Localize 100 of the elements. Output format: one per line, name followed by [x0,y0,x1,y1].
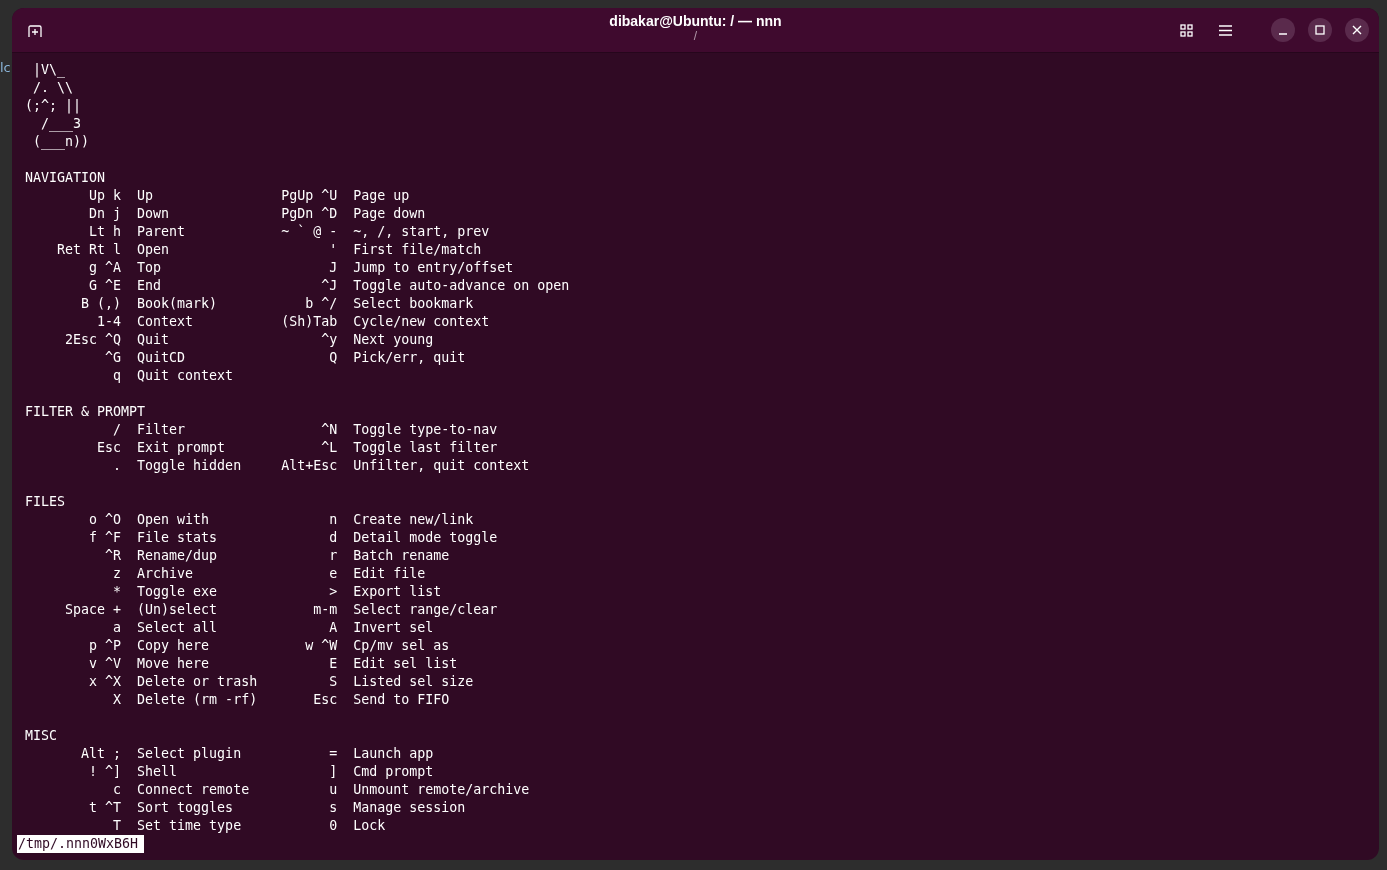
key-binding: ^R [105,548,122,563]
key-binding: = [329,746,338,761]
key-description: File stats [137,530,218,545]
ascii-art-line: (___n)) [32,134,90,149]
key-description: Select range/clear [353,602,498,617]
key-binding: c [113,782,122,797]
key-binding: Ret Rt l [57,242,122,257]
key-binding: o ^O [89,512,122,527]
key-description: Lock [353,818,386,833]
close-icon [1352,25,1362,35]
key-binding: b ^/ [305,296,338,311]
key-description: ~, /, start, prev [353,224,490,239]
key-binding: T [113,818,122,833]
key-description: Select plugin [137,746,242,761]
key-description: Archive [137,566,194,581]
key-description: Toggle last filter [353,440,498,455]
key-description: Invert sel [353,620,434,635]
key-description: Batch rename [353,548,450,563]
key-description: Cmd prompt [353,764,434,779]
key-description: Manage session [353,800,466,815]
key-description: Filter [137,422,186,437]
key-binding: d [329,530,338,545]
grid-view-icon[interactable] [1180,23,1193,37]
key-description: Copy here [137,638,210,653]
key-binding: f ^F [89,530,122,545]
key-binding: ' [329,242,338,257]
key-binding: ^N [321,422,338,437]
minimize-button[interactable] [1271,18,1295,42]
minimize-icon [1279,32,1287,35]
key-binding: J [329,260,338,275]
key-description: Toggle auto-advance on open [353,278,570,293]
key-description: First file/match [353,242,482,257]
key-description: Export list [353,584,442,599]
key-binding: ^G [105,350,122,365]
section-heading: FILTER & PROMPT [25,404,146,419]
key-binding: A [329,620,338,635]
maximize-button[interactable] [1308,18,1332,42]
key-binding: PgDn ^D [281,206,338,221]
key-description: QuitCD [137,350,186,365]
key-description: Set time type [137,818,242,833]
key-binding: 0 [329,818,338,833]
key-description: Quit [137,332,170,347]
ascii-art-line: |V\_ [32,62,66,77]
key-description: Cp/mv sel as [353,638,450,653]
key-description: Delete (rm -rf) [137,692,258,707]
new-tab-icon[interactable] [28,24,42,38]
key-binding: s [329,800,338,815]
key-binding: / [113,422,122,437]
key-description: Unfilter, quit context [353,458,530,473]
key-binding: ^L [321,440,338,455]
window-title: dibakar@Ubuntu: / — nnn [609,13,782,29]
key-description: Unmount remote/archive [353,782,530,797]
key-binding: Lt h [89,224,122,239]
key-binding: z [113,566,122,581]
key-description: Toggle type-to-nav [353,422,498,437]
key-description: Toggle exe [137,584,218,599]
section-heading: MISC [25,728,58,743]
key-description: Toggle hidden [137,458,242,473]
key-description: Launch app [353,746,434,761]
key-description: Sort toggles [137,800,234,815]
key-binding: Q [329,350,338,365]
key-description: (Un)select [137,602,218,617]
key-binding: G ^E [89,278,122,293]
key-description: Jump to entry/offset [353,260,514,275]
key-binding: Space + [65,602,122,617]
key-description: Cycle/new context [353,314,490,329]
menu-icon[interactable] [1219,24,1232,36]
key-binding: e [329,566,338,581]
section-heading: NAVIGATION [25,170,106,185]
key-description: Page up [353,188,410,203]
key-description: Move here [137,656,210,671]
key-description: Connect remote [137,782,250,797]
key-description: Select bookmark [353,296,474,311]
key-binding: p ^P [89,638,122,653]
key-description: Pick/err, quit [353,350,466,365]
key-description: End [137,278,162,293]
key-binding: 1-4 [97,314,122,329]
key-binding: Esc [313,692,338,707]
key-binding: X [113,692,122,707]
key-binding: Up k [89,188,122,203]
key-binding: > [329,584,338,599]
maximize-icon [1315,25,1325,35]
key-binding: q [113,368,122,383]
key-description: Detail mode toggle [353,530,498,545]
key-binding: * [113,584,122,599]
key-description: Send to FIFO [353,692,450,707]
close-button[interactable] [1345,18,1369,42]
window-subtitle: / [693,29,698,43]
key-binding: t ^T [89,800,122,815]
key-binding: w ^W [305,638,338,653]
key-binding: ] [329,764,338,779]
key-binding: S [329,674,338,689]
key-description: Down [137,206,170,221]
key-binding: g ^A [89,260,122,275]
key-binding: Esc [97,440,122,455]
key-binding: E [329,656,338,671]
key-description: Open [137,242,170,257]
key-binding: ~ ` @ - [281,224,338,239]
key-binding: r [329,548,338,563]
key-description: Rename/dup [137,548,218,563]
